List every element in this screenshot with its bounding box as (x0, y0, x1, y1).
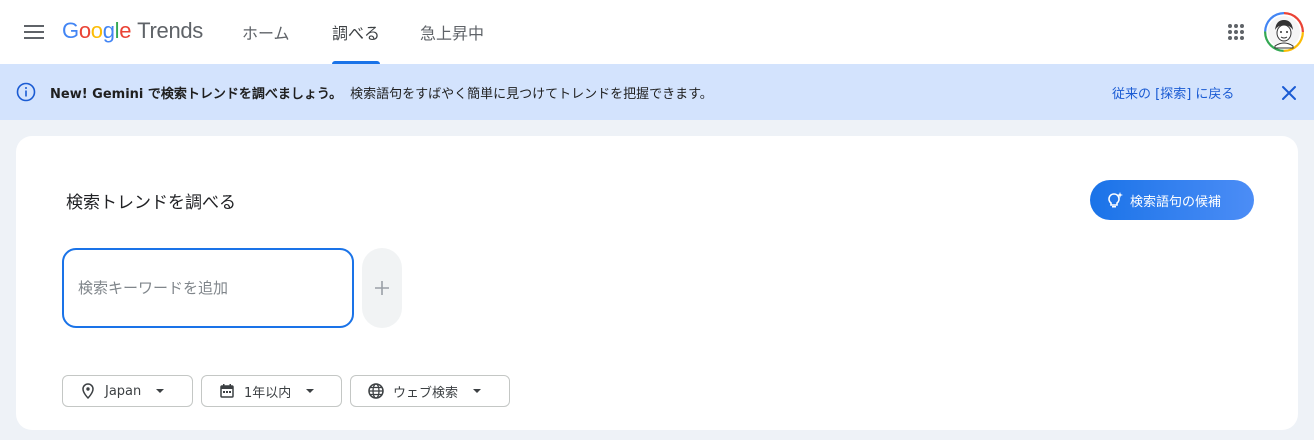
time-range-filter-label: 1年以内 (244, 385, 292, 401)
suggest-terms-label: 検索語句の候補 (1130, 194, 1222, 210)
hamburger-menu-icon[interactable] (20, 18, 48, 46)
explore-card: 検索トレンドを調べる 検索語句の候補 Japan 1年以内 ウェブ検索 (16, 136, 1298, 430)
suggest-terms-button[interactable]: 検索語句の候補 (1090, 180, 1254, 220)
banner-bold-text: New! Gemini で検索トレンドを調べましょう。 (50, 86, 343, 102)
tab-explore[interactable]: 調べる (332, 0, 381, 64)
calendar-icon (220, 384, 234, 398)
plus-icon (375, 281, 389, 295)
banner-text: 検索語句をすばやく簡単に見つけてトレンドを把握できます。 (350, 86, 713, 102)
search-type-filter[interactable]: ウェブ検索 (350, 375, 510, 407)
page-title: 検索トレンドを調べる (66, 193, 236, 213)
location-filter[interactable]: Japan (62, 375, 193, 407)
dropdown-arrow-icon (306, 389, 315, 393)
time-range-filter[interactable]: 1年以内 (201, 375, 342, 407)
location-pin-icon (82, 383, 94, 400)
dropdown-arrow-icon (473, 389, 482, 393)
google-trends-logo[interactable]: Google Trends (62, 18, 203, 48)
location-filter-label: Japan (105, 383, 142, 399)
tab-trending[interactable]: 急上昇中 (420, 0, 484, 64)
info-icon (16, 82, 36, 102)
search-type-filter-label: ウェブ検索 (393, 385, 459, 401)
back-to-classic-link[interactable]: 従来の [探索] に戻る (1112, 64, 1234, 120)
search-keyword-box[interactable] (62, 248, 354, 328)
banner-message: New! Gemini で検索トレンドを調べましょう。 検索語句をすばやく簡単に… (50, 64, 713, 120)
globe-icon (368, 383, 384, 399)
close-icon[interactable] (1278, 82, 1300, 104)
lightbulb-sparkle-icon (1108, 192, 1123, 208)
apps-grid-icon[interactable] (1224, 20, 1248, 44)
dropdown-arrow-icon (156, 389, 165, 393)
search-input[interactable] (78, 279, 338, 297)
add-keyword-button[interactable] (362, 248, 402, 328)
gemini-banner: New! Gemini で検索トレンドを調べましょう。 検索語句をすばやく簡単に… (0, 64, 1314, 120)
google-wordmark: Google (62, 18, 132, 43)
user-avatar[interactable] (1264, 12, 1304, 52)
tab-home[interactable]: ホーム (242, 0, 290, 64)
trends-wordmark: Trends (137, 18, 204, 43)
top-bar: Google Trends ホーム 調べる 急上昇中 (0, 0, 1314, 64)
